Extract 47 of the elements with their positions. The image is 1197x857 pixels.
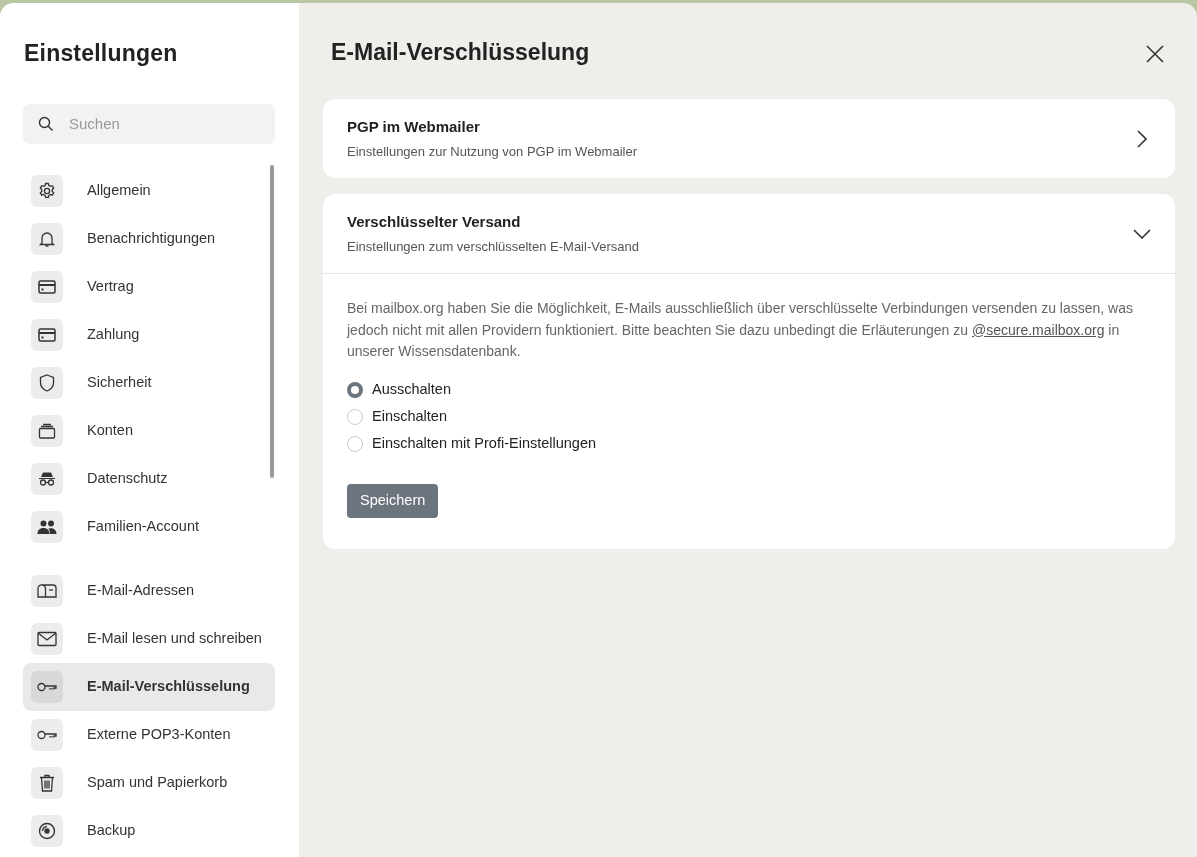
sidebar-title: Einstellungen	[24, 39, 179, 68]
radio-label[interactable]: Einschalten	[372, 406, 447, 428]
sidebar-item[interactable]: Familien-Account	[23, 502, 275, 551]
sidebar-item[interactable]: Zahlung	[23, 310, 275, 359]
sidebar-item[interactable]: Allgemein	[23, 166, 275, 215]
sidebar-item[interactable]: Vertrag	[23, 262, 275, 311]
scrollbar[interactable]	[270, 165, 274, 478]
key-icon	[37, 729, 57, 740]
sidebar-item[interactable]: Spam und Papierkorb	[23, 758, 275, 807]
shield-icon	[39, 373, 55, 392]
section-title: Verschlüsselter Versand	[347, 212, 522, 232]
radio-button[interactable]	[347, 409, 363, 425]
section-subtitle: Einstellungen zur Nutzung von PGP im Webmailer	[347, 142, 637, 161]
sidebar-item[interactable]: E-Mail-Verschlüsselung	[23, 662, 275, 711]
key-icon	[37, 681, 57, 692]
disc-icon	[38, 821, 56, 840]
card-icon	[38, 279, 56, 294]
section-header[interactable]: Verschlüsselter Versand Einstellungen zum verschlüsselten E-Mail-Versand	[323, 194, 1175, 273]
sidebar-item[interactable]: Backup	[23, 806, 275, 855]
description-text: Bei mailbox.org haben Sie die Möglichkeit, E-Mails ausschließlich über verschlüsselte Verbindungen versenden zu lassen, was jedoch nicht mit allen Providern funktioniert. Bitte beachten Sie dazu unbedingt die Erläuterungen zu @secure.mailbox.org in unserer Wissensdatenbank.	[347, 299, 1134, 361]
sidebar-item[interactable]: Sicherheit	[23, 358, 275, 407]
sidebar-item[interactable]: E-Mail lesen und schreiben	[23, 614, 275, 663]
search-field[interactable]: Suchen	[23, 103, 275, 144]
trash-icon	[39, 773, 55, 792]
sidebar-item[interactable]: Externe POP3-Konten	[23, 710, 275, 759]
section-header[interactable]: PGP im Webmailer Einstellungen zur Nutzung von PGP im Webmailer	[323, 99, 1175, 178]
radio-label[interactable]: Einschalten mit Profi-Einstellungen	[372, 433, 597, 455]
radio-button[interactable]	[347, 382, 363, 398]
sidebar-item[interactable]: E-Mail-Adressen	[23, 566, 275, 615]
sidebar-item[interactable]: Konten	[23, 406, 275, 455]
sidebar-item[interactable]: Benachrichtigungen	[23, 214, 275, 263]
incognito-icon	[38, 471, 56, 486]
knowledge-link[interactable]: @secure.mailbox.org	[971, 321, 1105, 338]
people-icon	[37, 519, 57, 534]
gear-icon	[38, 181, 56, 200]
radio-label[interactable]: Ausschalten	[372, 379, 451, 401]
stack-icon	[38, 422, 56, 439]
save-button[interactable]: Speichern	[347, 483, 439, 518]
mailbox-icon	[37, 582, 57, 599]
card-icon	[38, 327, 56, 342]
page-title: E-Mail-Verschlüsselung	[331, 39, 590, 67]
section-title: PGP im Webmailer	[347, 117, 481, 137]
sidebar-item[interactable]: Datenschutz	[23, 454, 275, 503]
radio-button[interactable]	[347, 436, 363, 452]
section-subtitle: Einstellungen zum verschlüsselten E-Mail-Versand	[347, 237, 639, 256]
envelope-icon	[37, 630, 57, 647]
bell-icon	[38, 229, 56, 248]
